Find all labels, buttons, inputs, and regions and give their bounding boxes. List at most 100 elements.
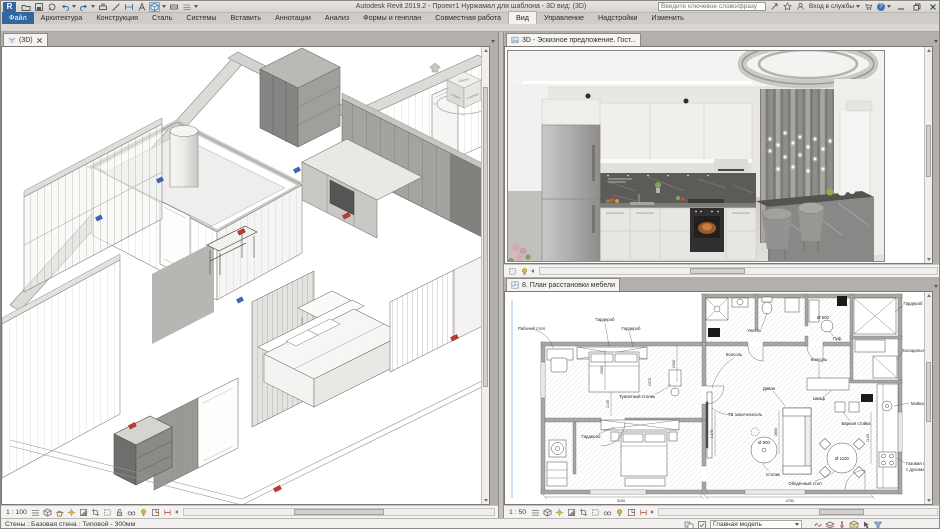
tab-list-menu-icon[interactable] (491, 40, 495, 43)
undo-icon[interactable] (59, 2, 70, 12)
default-3d-view-icon[interactable] (149, 1, 160, 12)
filter-icon[interactable] (873, 520, 883, 528)
crop-view-icon[interactable] (578, 507, 588, 517)
tab-addins[interactable]: Надстройки (591, 12, 644, 24)
design-option-select[interactable]: Главная модель (710, 520, 802, 528)
close-button[interactable] (927, 2, 939, 11)
reveal-hidden-icon[interactable] (614, 507, 624, 517)
show-crop-icon[interactable] (103, 507, 113, 517)
tab-manage[interactable]: Управление (537, 12, 591, 24)
vertical-scrollbar-plan[interactable] (924, 292, 932, 504)
communication-center-icon[interactable] (770, 1, 779, 16)
sun-path-icon[interactable] (67, 507, 77, 517)
reveal-hidden-icon[interactable] (139, 507, 149, 517)
scroll-left-icon[interactable] (650, 510, 654, 514)
view-tab-plan[interactable]: 8. План расстановки мебели (506, 278, 621, 291)
select-by-face-icon[interactable] (849, 520, 859, 528)
select-links-icon[interactable] (813, 520, 823, 529)
scale-button[interactable]: 1 : 100 (4, 509, 29, 516)
vertical-scrollbar-3d[interactable] (481, 47, 489, 504)
view-tab-3d[interactable]: (3D) (3, 33, 48, 46)
crop-view-icon[interactable] (91, 507, 101, 517)
canvas-plan[interactable]: 2000 1100 2330 1475 2850 3150 4750 1100 … (504, 291, 933, 505)
save-icon[interactable] (33, 2, 44, 12)
print-icon[interactable] (97, 2, 108, 12)
canvas-render[interactable] (504, 46, 933, 264)
3d-view-dropdown-icon[interactable] (162, 5, 166, 8)
sun-path-icon[interactable] (554, 507, 564, 517)
viewcube-home-icon[interactable] (429, 62, 441, 73)
tab-insert[interactable]: Вставить (224, 12, 268, 24)
tab-structure[interactable]: Конструкция (89, 12, 145, 24)
select-underlay-icon[interactable] (825, 520, 835, 529)
detail-level-icon[interactable] (31, 507, 41, 517)
design-options-icon[interactable] (697, 520, 707, 528)
undo-dropdown-icon[interactable] (72, 5, 76, 8)
section-icon[interactable] (168, 2, 179, 12)
temporary-view-properties-icon[interactable] (626, 507, 636, 517)
tab-massing-site[interactable]: Формы и генплан (356, 12, 428, 24)
unlocked-view-icon[interactable] (115, 507, 125, 517)
canvas-3d[interactable]: Сверху Слева Спереди (1, 46, 490, 505)
close-icon[interactable] (36, 37, 43, 44)
qat-customize-icon[interactable] (194, 5, 198, 8)
visual-style-icon[interactable] (542, 507, 552, 517)
scroll-up-icon[interactable] (927, 294, 931, 297)
worksets-icon[interactable] (684, 520, 694, 528)
search-input[interactable] (658, 2, 767, 11)
restore-button[interactable] (911, 2, 923, 11)
show-crop-icon[interactable] (507, 266, 517, 276)
tab-list-menu-icon[interactable] (934, 40, 938, 43)
horizontal-scrollbar-3d[interactable] (182, 508, 495, 516)
shadows-icon[interactable] (566, 507, 576, 517)
scroll-down-icon[interactable] (927, 499, 931, 502)
show-crop-icon[interactable] (590, 507, 600, 517)
tab-analyze[interactable]: Анализ (318, 12, 356, 24)
select-pinned-icon[interactable] (837, 520, 847, 528)
reveal-hidden-icon[interactable] (519, 266, 529, 276)
visual-style-icon[interactable] (43, 507, 53, 517)
temporary-hide-icon[interactable] (127, 507, 137, 517)
temporary-view-properties-icon[interactable] (151, 507, 161, 517)
shadows-icon[interactable] (79, 507, 89, 517)
tab-systems[interactable]: Системы (179, 12, 223, 24)
redo-dropdown-icon[interactable] (91, 5, 95, 8)
help-button[interactable]: ? (877, 2, 891, 11)
scroll-up-icon[interactable] (484, 49, 488, 52)
scroll-down-icon[interactable] (484, 499, 488, 502)
vertical-scrollbar-render[interactable] (924, 47, 932, 263)
temporary-hide-icon[interactable] (602, 507, 612, 517)
scroll-up-icon[interactable] (927, 49, 931, 52)
favorites-icon[interactable] (783, 1, 792, 16)
tab-steel[interactable]: Сталь (145, 12, 179, 24)
app-store-icon[interactable] (864, 1, 873, 16)
sync-icon[interactable] (46, 2, 57, 12)
horizontal-scrollbar-render[interactable] (539, 267, 938, 275)
tab-file[interactable]: Файл (2, 12, 34, 24)
open-icon[interactable] (20, 2, 31, 12)
horizontal-scrollbar-plan[interactable] (658, 508, 938, 516)
thin-lines-icon[interactable] (181, 2, 192, 12)
tab-view[interactable]: Вид (508, 11, 538, 24)
text-icon[interactable] (136, 1, 147, 12)
render-dialog-icon[interactable] (55, 507, 65, 517)
redo-icon[interactable] (78, 2, 89, 12)
detail-level-icon[interactable] (530, 507, 540, 517)
tab-architecture[interactable]: Архитектура (34, 12, 90, 24)
measure-icon[interactable] (110, 2, 121, 12)
show-constraints-icon[interactable] (638, 507, 648, 517)
view-tab-render[interactable]: 3D - Эскизное предложение. Гост... (506, 33, 642, 46)
scroll-left-icon[interactable] (531, 269, 534, 273)
application-menu-button[interactable]: R (3, 1, 16, 12)
sign-in-button[interactable]: Вход в службы (809, 3, 860, 10)
tab-list-menu-icon[interactable] (934, 285, 938, 288)
scroll-left-icon[interactable] (174, 510, 178, 514)
scale-button[interactable]: 1 : 50 (507, 509, 528, 516)
scroll-down-icon[interactable] (927, 258, 931, 261)
show-constraints-icon[interactable] (163, 507, 173, 517)
tab-annotate[interactable]: Аннотации (268, 12, 318, 24)
tab-collaborate[interactable]: Совместная работа (428, 12, 508, 24)
drag-elements-icon[interactable] (861, 520, 871, 528)
minimize-button[interactable] (895, 2, 907, 11)
aligned-dimension-icon[interactable] (123, 2, 134, 12)
